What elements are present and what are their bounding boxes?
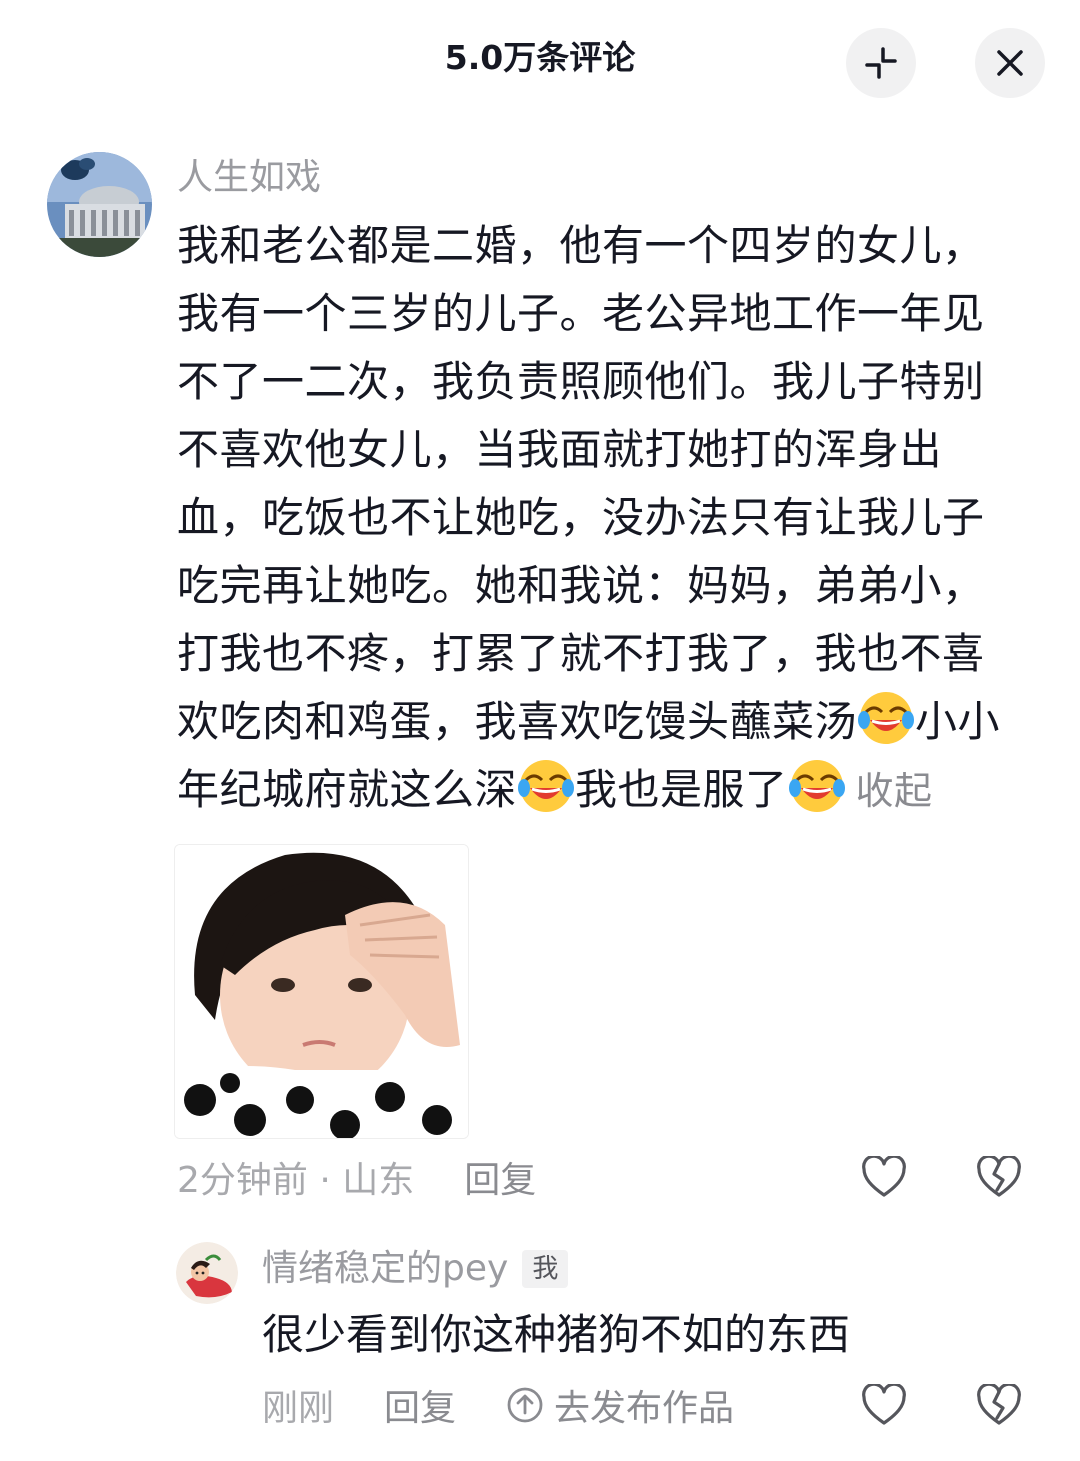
reply-dislike-button[interactable] — [972, 1378, 1026, 1432]
close-icon — [997, 50, 1023, 76]
collapse-link[interactable]: 收起 — [856, 769, 933, 813]
comment-line: 血，吃饭也不让她吃，没办法只有让我儿子 — [177, 493, 985, 542]
broken-heart-icon — [977, 1384, 1021, 1425]
avatar[interactable] — [47, 152, 152, 257]
reply-meta: 刚刚 回复 去发布作品 — [262, 1380, 734, 1430]
building-avatar-image — [47, 152, 152, 257]
comment-count-title: 5.0万条评论 — [444, 38, 636, 77]
comment-line: 打我也不疼，打累了就不打我了，我也不喜 — [177, 629, 985, 678]
comment-line-part: 年纪城府就这么深 — [177, 765, 518, 814]
comment-line: 欢吃肉和鸡蛋，我喜欢吃馒头蘸菜汤 小小 — [177, 688, 1027, 756]
cartoon-avatar-image — [176, 1242, 238, 1304]
comment-line-part: 欢吃肉和鸡蛋，我喜欢吃馒头蘸菜汤 — [177, 697, 858, 746]
like-button[interactable] — [857, 1150, 911, 1204]
girl-sticker-image — [175, 845, 468, 1138]
comment-line: 我和老公都是二婚，他有一个四岁的女儿， — [177, 221, 985, 270]
broken-heart-icon — [977, 1156, 1021, 1197]
comment-text: 我和老公都是二婚，他有一个四岁的女儿， 我有一个三岁的儿子。老公异地工作一年见 … — [177, 212, 1027, 825]
heart-icon — [862, 1156, 906, 1197]
arrow-up-circle-icon — [507, 1387, 543, 1423]
laugh-cry-emoji-icon — [788, 760, 845, 812]
laugh-cry-emoji-icon — [518, 760, 575, 812]
reply-username[interactable]: 情绪稳定的pey — [262, 1246, 508, 1292]
comment-line: 我有一个三岁的儿子。老公异地工作一年见 — [177, 289, 985, 338]
comment-line: 吃完再让她吃。她和我说：妈妈，弟弟小， — [177, 561, 985, 610]
publish-work-button[interactable]: 去发布作品 — [506, 1379, 734, 1431]
comment-line: 年纪城府就这么深 我也是服了 收起 — [177, 756, 1027, 825]
comment-time-location: 2分钟前 · 山东 — [177, 1160, 415, 1201]
reply-username-row: 情绪稳定的pey 我 — [262, 1246, 569, 1292]
me-badge: 我 — [522, 1250, 569, 1288]
comment-meta: 2分钟前 · 山东 回复 — [177, 1152, 536, 1202]
laugh-cry-emoji-icon — [858, 692, 915, 744]
reply-button[interactable]: 回复 — [464, 1151, 536, 1203]
reply-to-reply-button[interactable]: 回复 — [384, 1379, 456, 1431]
reply-time: 刚刚 — [262, 1388, 335, 1429]
comment-line-part: 我也是服了 — [575, 765, 788, 814]
dislike-button[interactable] — [972, 1150, 1026, 1204]
reply-avatar[interactable] — [176, 1242, 238, 1304]
shrink-icon — [865, 47, 897, 79]
comment-username[interactable]: 人生如戏 — [177, 155, 321, 201]
close-button[interactable] — [975, 28, 1045, 98]
heart-icon — [862, 1384, 906, 1425]
reply-like-button[interactable] — [857, 1378, 911, 1432]
comment-line-part: 小小 — [915, 697, 1001, 746]
publish-work-label: 去发布作品 — [554, 1388, 735, 1429]
comment-image[interactable] — [174, 844, 469, 1139]
reply-text: 很少看到你这种猪狗不如的东西 — [262, 1310, 851, 1359]
comment-line: 不喜欢他女儿，当我面就打她打的浑身出 — [177, 425, 943, 474]
comments-panel: 5.0万条评论 人生如戏 我和老公都是二婚，他有一个四岁的女儿， 我有一个三岁的… — [0, 0, 1080, 1461]
comment-line: 不了一二次，我负责照顾他们。我儿子特别 — [177, 357, 985, 406]
shrink-button[interactable] — [846, 28, 916, 98]
